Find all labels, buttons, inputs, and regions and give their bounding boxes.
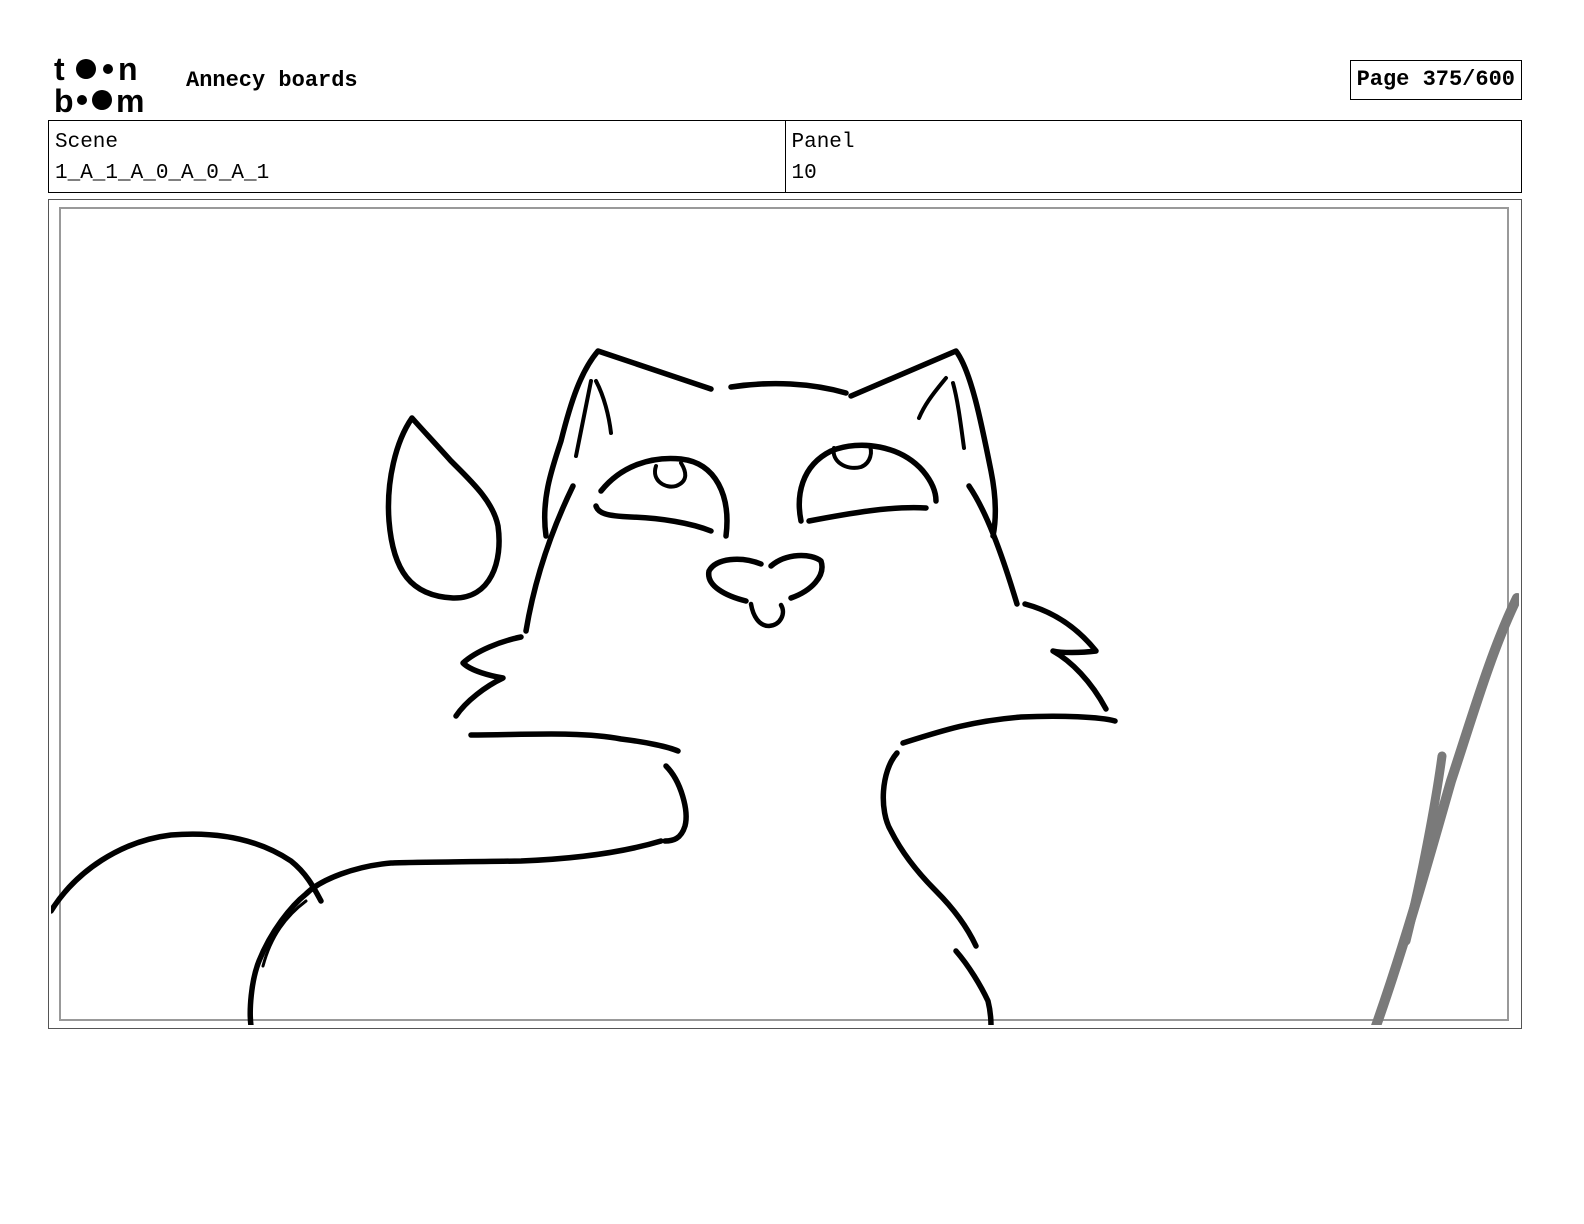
project-title: Annecy boards: [186, 68, 358, 93]
scene-panel-info: Scene 1_A_1_A_0_A_0_A_1 Panel 10: [48, 120, 1522, 193]
left-ear: [541, 348, 714, 539]
tail: [51, 831, 324, 914]
left-eye: [593, 455, 730, 539]
scene-cell: Scene 1_A_1_A_0_A_0_A_1: [49, 121, 785, 192]
scene-value: 1_A_1_A_0_A_0_A_1: [55, 162, 270, 185]
page-counter: Page 375/600: [1349, 60, 1522, 100]
cat-sketch: [51, 348, 1118, 1025]
panel-label: Panel: [791, 131, 855, 154]
svg-text:b: b: [54, 83, 74, 114]
storyboard-header: t n b m Annecy boards Page 375/600: [48, 48, 1522, 114]
panel-cell: Panel 10: [784, 121, 1522, 192]
panel-value: 10: [791, 162, 817, 185]
nose: [706, 552, 825, 604]
right-eye: [796, 442, 939, 524]
pencil-stroke: [1371, 593, 1519, 1025]
scene-label: Scene: [55, 131, 119, 154]
sweat-drop: [385, 415, 502, 601]
body-outline: [247, 838, 664, 1025]
svg-text:m: m: [116, 83, 144, 114]
toon-boom-logo: t n b m: [54, 52, 144, 114]
svg-text:n: n: [118, 52, 138, 87]
panel-frame: [48, 199, 1522, 1029]
panel-drawing: [51, 348, 1519, 1025]
svg-text:t: t: [54, 52, 65, 87]
